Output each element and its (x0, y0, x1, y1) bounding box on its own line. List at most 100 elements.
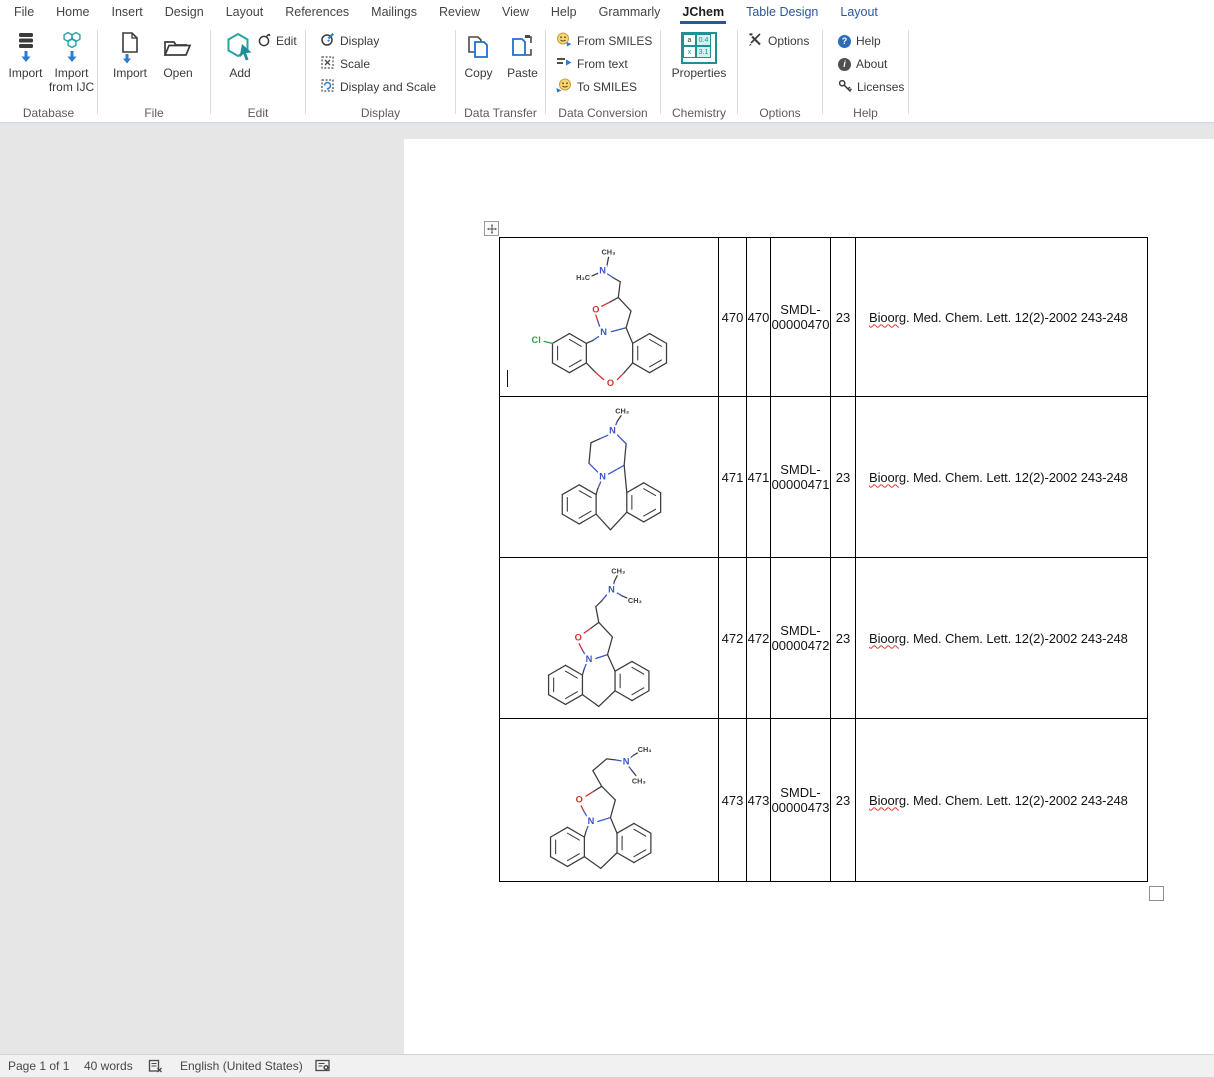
page-indicator[interactable]: Page 1 of 1 (8, 1055, 69, 1076)
tab-grammarly[interactable]: Grammarly (588, 0, 672, 24)
scale-button[interactable]: Scale (320, 55, 370, 73)
copy-button[interactable]: Copy (458, 26, 500, 81)
svg-text:Cl: Cl (531, 334, 540, 344)
table-move-handle[interactable] (484, 221, 499, 236)
from-text-icon (556, 56, 572, 72)
tab-file[interactable]: File (3, 0, 45, 24)
copy-label: Copy (464, 67, 492, 81)
id-cell[interactable]: 470 (747, 238, 771, 396)
tab-view[interactable]: View (491, 0, 540, 24)
structure-cell[interactable]: CH₃NCH₃ON (500, 558, 719, 718)
tab-design[interactable]: Design (154, 0, 215, 24)
proofing-errors-icon[interactable] (148, 1055, 163, 1076)
properties-grid-icon: a 0.4 x 3.1 (681, 26, 717, 67)
from-smiles-button[interactable]: From SMILES (556, 32, 652, 50)
to-smiles-button[interactable]: To SMILES (556, 78, 637, 96)
document-page[interactable]: CH₃NH₃CONClO 470 470 SMDL-00000470 23 Bi… (404, 139, 1214, 1055)
help-button[interactable]: ? Help (838, 32, 881, 50)
paste-label: Paste (507, 67, 538, 81)
tab-jchem[interactable]: JChem (671, 0, 735, 24)
tab-review[interactable]: Review (428, 0, 491, 24)
about-label: About (856, 57, 887, 71)
svg-text:CH₃: CH₃ (601, 247, 615, 256)
import-from-ijc-button[interactable]: Import from IJC (49, 26, 95, 94)
id-cell[interactable]: 472 (747, 558, 771, 718)
id-cell[interactable]: 470 (719, 238, 747, 396)
smdl-cell[interactable]: SMDL-00000472 (771, 558, 831, 718)
id-cell[interactable]: 473 (747, 719, 771, 881)
tab-table-design[interactable]: Table Design (735, 0, 829, 24)
display-and-scale-button[interactable]: Display and Scale (320, 78, 436, 96)
options-button[interactable]: Options (747, 32, 809, 50)
properties-button[interactable]: a 0.4 x 3.1 Properties (668, 26, 730, 81)
licenses-button[interactable]: Licenses (838, 78, 904, 96)
scale-label: Scale (340, 57, 370, 71)
svg-text:O: O (574, 632, 581, 642)
structure-cell[interactable]: CH₃NN (500, 397, 719, 557)
smdl-cell[interactable]: SMDL-00000470 (771, 238, 831, 396)
tab-home[interactable]: Home (45, 0, 100, 24)
citation-cell[interactable]: Bioorg. Med. Chem. Lett. 12(2)-2002 243-… (856, 558, 1147, 718)
citation-cell[interactable]: Bioorg. Med. Chem. Lett. 12(2)-2002 243-… (856, 238, 1147, 396)
num-cell[interactable]: 23 (831, 719, 856, 881)
import-from-ijc-label: Import from IJC (49, 67, 95, 94)
num-cell[interactable]: 23 (831, 558, 856, 718)
smdl-id: SMDL-00000471 (771, 462, 830, 492)
properties-cell-a: a (683, 34, 696, 46)
id-cell[interactable]: 473 (719, 719, 747, 881)
structure-cell[interactable]: CH₃NH₃CONClO (500, 238, 719, 396)
num-cell[interactable]: 23 (831, 397, 856, 557)
move-cross-icon (487, 224, 497, 234)
id-cell[interactable]: 472 (719, 558, 747, 718)
tab-references[interactable]: References (274, 0, 360, 24)
to-smiles-smiley-icon (556, 78, 572, 96)
database-import-button[interactable]: Import (3, 26, 49, 94)
properties-cell-31: 3.1 (696, 46, 711, 58)
table-resize-handle[interactable] (1149, 886, 1164, 901)
word-count[interactable]: 40 words (84, 1055, 133, 1076)
paste-icon (510, 26, 536, 67)
molecule-structure-471: CH₃NN (501, 398, 718, 557)
smdl-cell[interactable]: SMDL-00000473 (771, 719, 831, 881)
from-text-button[interactable]: From text (556, 55, 628, 73)
file-import-button[interactable]: Import (108, 26, 152, 81)
tab-layout[interactable]: Layout (215, 0, 275, 24)
table-row: CH₃NN 471 471 SMDL-00000471 23 Bioorg. M… (500, 397, 1147, 558)
id-cell[interactable]: 471 (747, 397, 771, 557)
citation-flagged-word: Bioorg (869, 310, 906, 325)
id-cell[interactable]: 471 (719, 397, 747, 557)
citation-cell[interactable]: Bioorg. Med. Chem. Lett. 12(2)-2002 243-… (856, 719, 1147, 881)
paste-button[interactable]: Paste (502, 26, 544, 81)
add-hexagon-cursor-icon (225, 26, 255, 67)
svg-text:CH₃: CH₃ (637, 745, 651, 754)
structures-table[interactable]: CH₃NH₃CONClO 470 470 SMDL-00000470 23 Bi… (499, 237, 1148, 882)
display-button[interactable]: Display (320, 32, 379, 50)
open-button[interactable]: Open (156, 26, 200, 81)
database-import-icon (15, 26, 37, 67)
tab-insert[interactable]: Insert (101, 0, 154, 24)
info-icon: i (838, 58, 851, 71)
jchem-ribbon: Import Import from IJC Da (0, 24, 1214, 122)
from-smiles-smiley-icon (556, 32, 572, 50)
smdl-id: SMDL-00000473 (771, 785, 830, 815)
citation-text: . Med. Chem. Lett. 12(2)-2002 243-248 (906, 470, 1128, 485)
edit-structure-button[interactable]: Edit (257, 32, 297, 50)
tab-help[interactable]: Help (540, 0, 588, 24)
svg-text:N: N (585, 653, 592, 663)
structure-cell[interactable]: CH₃NCH₃ON (500, 719, 719, 881)
help-label: Help (856, 34, 881, 48)
macro-recording-icon[interactable] (315, 1055, 331, 1076)
status-bar: Page 1 of 1 40 words English (United Sta… (0, 1054, 1214, 1077)
tab-table-layout[interactable]: Layout (829, 0, 889, 24)
about-button[interactable]: i About (838, 55, 887, 73)
tab-mailings[interactable]: Mailings (360, 0, 428, 24)
molecule-structure-470: CH₃NH₃CONClO (501, 238, 718, 397)
document-canvas-area: CH₃NH₃CONClO 470 470 SMDL-00000470 23 Bi… (0, 125, 1214, 1055)
language-indicator[interactable]: English (United States) (180, 1055, 303, 1076)
smdl-id: SMDL-00000470 (771, 302, 830, 332)
smdl-cell[interactable]: SMDL-00000471 (771, 397, 831, 557)
num-cell[interactable]: 23 (831, 238, 856, 396)
citation-cell[interactable]: Bioorg. Med. Chem. Lett. 12(2)-2002 243-… (856, 397, 1147, 557)
svg-text:N: N (599, 265, 606, 275)
group-name-data-conversion: Data Conversion (546, 106, 660, 120)
